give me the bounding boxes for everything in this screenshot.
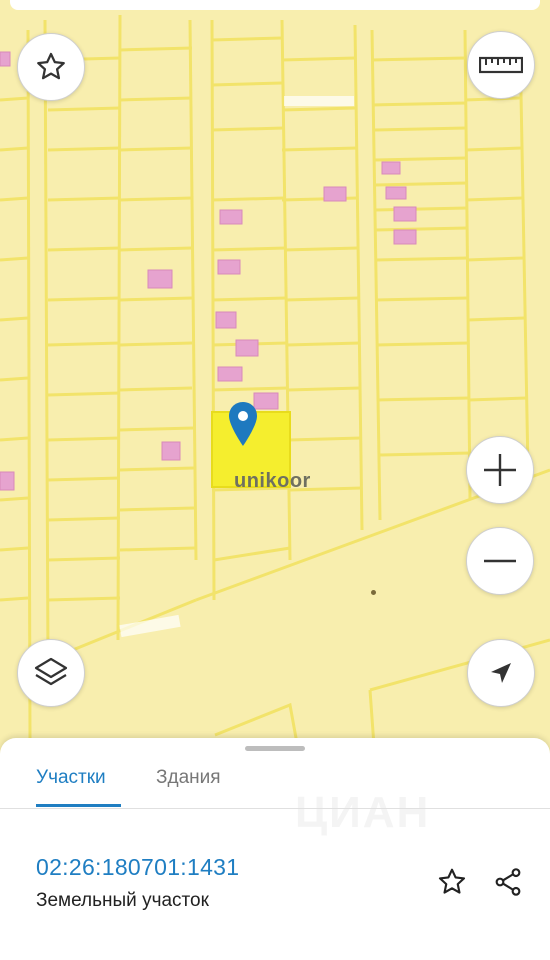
zoom-in-button[interactable] [466, 436, 534, 504]
ruler-icon [479, 56, 523, 74]
tab-parcels[interactable]: Участки [36, 762, 121, 807]
search-bar-edge[interactable] [10, 0, 540, 10]
tab-buildings[interactable]: Здания [156, 762, 236, 804]
watermark-logo: unikoor [234, 470, 311, 492]
tab-bar: Участки Здания [0, 758, 550, 809]
star-icon [37, 52, 65, 80]
cadastral-number-link[interactable]: 02:26:180701:1431 [36, 854, 239, 881]
cadastral-parcels-layer [0, 14, 550, 760]
share-button[interactable] [490, 864, 526, 900]
location-pin-icon [229, 402, 257, 446]
map-view[interactable]: unikoor [0, 0, 550, 760]
zoom-out-button[interactable] [466, 527, 534, 595]
favorite-map-button[interactable] [17, 33, 85, 101]
ruler-button[interactable] [467, 31, 535, 99]
map-point [371, 590, 376, 595]
sheet-drag-handle[interactable] [245, 746, 305, 751]
layers-button[interactable] [17, 639, 85, 707]
favorite-parcel-button[interactable] [434, 864, 470, 900]
bottom-sheet[interactable]: ЦИАН Участки Здания 02:26:180701:1431 Зе… [0, 738, 550, 960]
layers-icon [34, 657, 68, 686]
share-icon [495, 868, 521, 896]
star-icon [438, 868, 466, 894]
plus-icon [484, 454, 516, 486]
parcel-type-label: Земельный участок [36, 890, 209, 911]
navigation-arrow-icon [491, 663, 511, 683]
minus-icon [484, 559, 516, 563]
my-location-button[interactable] [467, 639, 535, 707]
